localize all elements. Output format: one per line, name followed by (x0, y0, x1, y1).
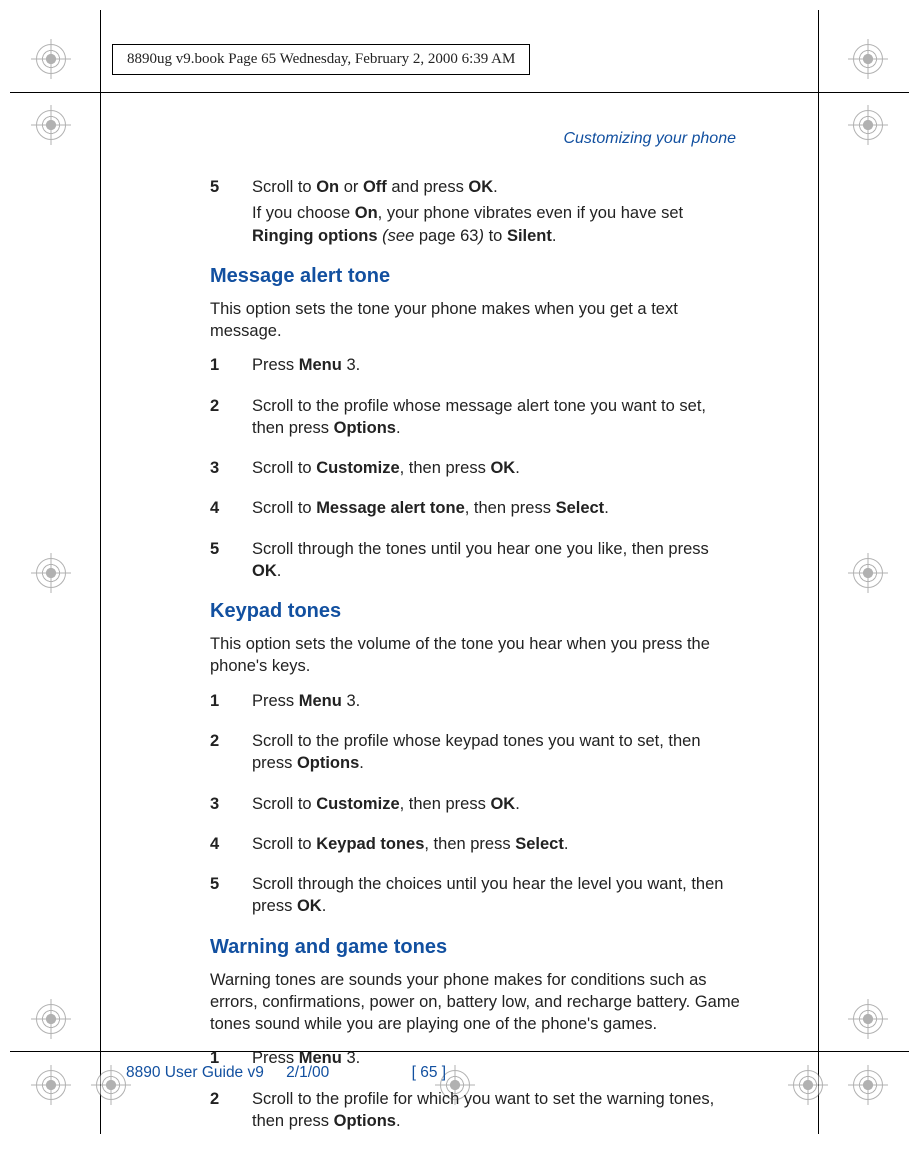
heading-message-alert: Message alert tone (210, 265, 740, 288)
reg-mark-icon (853, 44, 883, 74)
step-item: 5 Scroll through the tones until you hea… (210, 538, 740, 587)
step-item: 2 Scroll to the profile whose keypad ton… (210, 730, 740, 779)
step-number: 5 (210, 873, 252, 922)
step-number: 2 (210, 1088, 252, 1137)
step-item: 1 Press Menu 3. (210, 690, 740, 716)
reg-mark-icon (853, 558, 883, 588)
reg-mark-icon (853, 1070, 883, 1100)
step-item: 4 Scroll to Message alert tone, then pre… (210, 497, 740, 523)
footer-date: 2/1/00 (286, 1064, 329, 1081)
reg-mark-icon (36, 44, 66, 74)
section-intro: This option sets the tone your phone mak… (210, 298, 740, 343)
reg-mark-icon (36, 558, 66, 588)
heading-warning-game-tones: Warning and game tones (210, 936, 740, 959)
step-number: 2 (210, 395, 252, 444)
step-body: Scroll to On or Off and press OK. If you… (252, 176, 740, 251)
step-number: 1 (210, 354, 252, 380)
heading-keypad-tones: Keypad tones (210, 600, 740, 623)
reg-mark-icon (853, 1004, 883, 1034)
step-item: 3 Scroll to Customize, then press OK. (210, 457, 740, 483)
reg-mark-icon (96, 1070, 126, 1100)
running-head: Customizing your phone (210, 130, 736, 148)
step-number: 3 (210, 457, 252, 483)
step-number: 4 (210, 833, 252, 859)
reg-mark-icon (36, 1070, 66, 1100)
footer-doc: 8890 User Guide v9 (126, 1064, 264, 1081)
step-item: 5 Scroll to On or Off and press OK. If y… (210, 176, 740, 251)
step-number: 4 (210, 497, 252, 523)
book-header: 8890ug v9.book Page 65 Wednesday, Februa… (112, 44, 530, 75)
step-number: 1 (210, 690, 252, 716)
footer-page: [ 65 ] (412, 1064, 446, 1081)
step-item: 5 Scroll through the choices until you h… (210, 873, 740, 922)
reg-mark-icon (36, 1004, 66, 1034)
step-item: 4 Scroll to Keypad tones, then press Sel… (210, 833, 740, 859)
step-number: 3 (210, 793, 252, 819)
step-number: 5 (210, 538, 252, 587)
step-number: 5 (210, 176, 252, 251)
step-item: 3 Scroll to Customize, then press OK. (210, 793, 740, 819)
reg-mark-icon (853, 110, 883, 140)
step-number: 2 (210, 730, 252, 779)
reg-mark-icon (793, 1070, 823, 1100)
section-intro: Warning tones are sounds your phone make… (210, 969, 740, 1036)
reg-mark-icon (36, 110, 66, 140)
book-info-text: 8890ug v9.book Page 65 Wednesday, Februa… (127, 51, 515, 67)
step-item: 2 Scroll to the profile for which you wa… (210, 1088, 740, 1137)
section-intro: This option sets the volume of the tone … (210, 633, 740, 678)
step-item: 2 Scroll to the profile whose message al… (210, 395, 740, 444)
page-footer: 8890 User Guide v9 2/1/00 [ 65 ] (126, 1064, 464, 1082)
step-item: 1 Press Menu 3. (210, 354, 740, 380)
page-content: Customizing your phone 5 Scroll to On or… (210, 130, 740, 1150)
